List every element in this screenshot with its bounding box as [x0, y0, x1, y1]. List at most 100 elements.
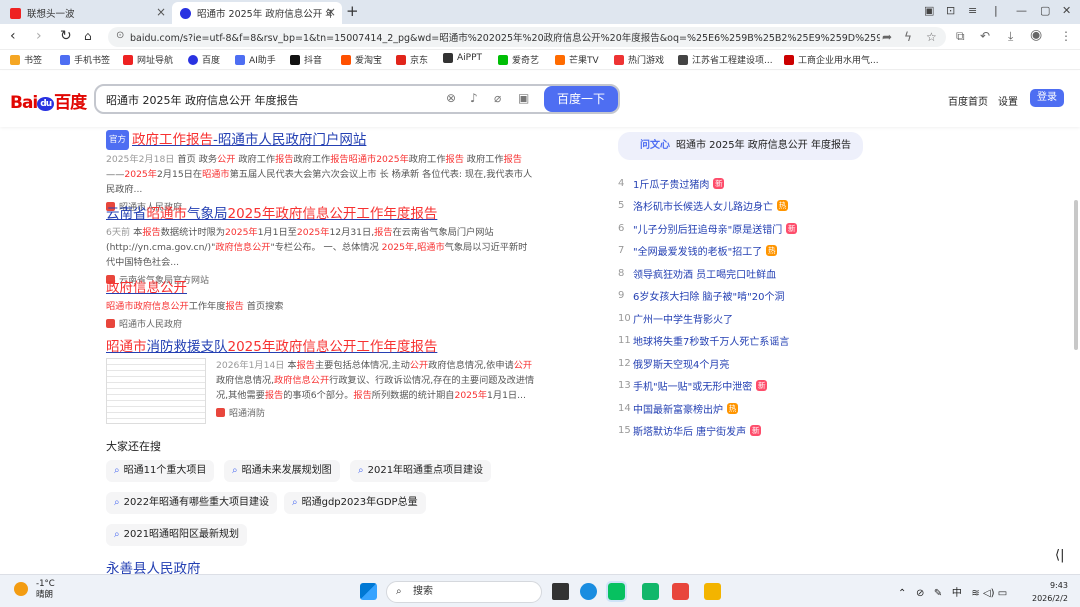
result-thumbnail[interactable] [106, 358, 206, 424]
settings-link[interactable]: 设置 [998, 93, 1018, 108]
window-close-icon[interactable]: ✕ [1062, 4, 1071, 17]
bookmark-item[interactable]: 热门游戏 [614, 53, 664, 66]
hot-search-item[interactable]: 13 手机"贴一贴"或无形中泄密新 [618, 378, 768, 393]
task-view-icon[interactable] [552, 583, 569, 600]
home-icon[interactable]: ⌂ [84, 29, 92, 43]
bookmark-item[interactable]: 爱奇艺 [498, 53, 539, 66]
game-icon [614, 54, 624, 65]
tab-active[interactable]: 昭通市 2025年 政府信息公开 年度 × [172, 2, 342, 24]
hot-search-item[interactable]: 11 地球将失重7秒致千万人死亡系谣言 [618, 333, 789, 348]
extensions-icon[interactable]: ⧉ [956, 29, 965, 44]
back-icon[interactable]: ‹ [10, 28, 16, 44]
hot-search-item[interactable]: 4 1斤瓜子贵过猪肉新 [618, 176, 725, 191]
bookmark-item[interactable]: 江苏省工程建设项... [678, 53, 773, 66]
sidebar-toggle-icon[interactable]: ▣ [924, 4, 934, 17]
related-search-item[interactable]: ⌕ 2021昭通昭阳区最新规划 [106, 524, 248, 546]
official-badge: 官方 [106, 130, 130, 150]
hot-search-item[interactable]: 12 俄罗斯天空现4个月亮 [618, 356, 729, 371]
taskbar-search[interactable]: ⌕ 搜索 [386, 581, 542, 603]
bookmark-item[interactable]: AiPPT [443, 53, 482, 63]
volume-icon[interactable]: ◁) [983, 588, 995, 599]
ai-ask-box[interactable]: 问文心 昭通市 2025年 政府信息公开 年度报告 [618, 132, 863, 160]
flash-icon[interactable]: ϟ [904, 30, 912, 44]
url-box[interactable]: ⊙ baidu.com/s?ie=utf-8&f=8&rsv_bp=1&tn=1… [108, 27, 946, 47]
profile-icon[interactable]: ◉ [1030, 27, 1042, 43]
menu-icon[interactable]: ≡ [968, 4, 977, 17]
download-icon[interactable]: ⤓ [1008, 29, 1013, 44]
browser-app-icon[interactable] [580, 583, 597, 600]
file-explorer-icon[interactable] [704, 583, 721, 600]
wps-icon[interactable] [672, 583, 689, 600]
related-search-item[interactable]: ⌕ 昭通11个重大项目 [106, 460, 215, 482]
result-title[interactable]: 云南省昭通市气象局2025年政府信息公开工作年度报告 [106, 205, 536, 223]
battery-icon[interactable]: ▭ [998, 588, 1007, 599]
bookmark-item[interactable]: 百度 [188, 53, 220, 66]
maximize-icon[interactable]: ▢ [1040, 4, 1050, 17]
bookmark-item[interactable]: 芒果TV [555, 53, 599, 66]
close-icon[interactable]: × [326, 5, 336, 19]
lock-icon[interactable]: ⊡ [946, 4, 955, 17]
bookmark-item[interactable]: 抖音 [290, 53, 322, 66]
search-button[interactable]: 百度一下 [544, 86, 618, 112]
bookmark-item[interactable]: AI助手 [235, 53, 276, 66]
forward-icon[interactable]: › [36, 28, 42, 44]
refresh-icon[interactable]: ↻ [60, 28, 72, 44]
close-icon[interactable]: × [156, 5, 166, 19]
result-source[interactable]: 昭通消防 [216, 406, 536, 419]
scrollbar[interactable] [1074, 200, 1078, 350]
star-icon[interactable]: ☆ [926, 30, 937, 44]
hot-search-item[interactable]: 14 中国最新富豪榜出炉热 [618, 401, 738, 416]
url-text[interactable]: baidu.com/s?ie=utf-8&f=8&rsv_bp=1&tn=150… [130, 30, 880, 44]
result-source[interactable]: 昭通市人民政府 [106, 317, 536, 330]
site-info-icon[interactable]: ⊙ [116, 30, 124, 41]
tab-inactive[interactable]: 联想头一波 × [2, 2, 172, 24]
attachment-icon[interactable]: ⌀ [494, 91, 501, 105]
share-icon[interactable]: ➦ [882, 30, 892, 44]
hot-search-item[interactable]: 8 领导疯狂劝酒 员工喝完口吐鲜血 [618, 266, 776, 281]
pen-icon[interactable]: ✎ [934, 588, 942, 599]
result-title[interactable]: 官方 政府工作报告-昭通市人民政府门户网站 [106, 130, 536, 150]
messages-icon[interactable] [642, 583, 659, 600]
related-search-item[interactable]: ⌕ 昭通gdp2023年GDP总量 [284, 492, 426, 514]
microphone-icon[interactable]: ♪ [470, 91, 478, 105]
baidu-home-link[interactable]: 百度首页 [948, 93, 988, 108]
hot-search-item[interactable]: 9 6岁女孩大扫除 脑子被"啃"20个洞 [618, 288, 784, 303]
result-title[interactable]: 昭通市消防救援支队2025年政府信息公开工作年度报告 [106, 338, 536, 356]
related-search-item[interactable]: ⌕ 昭通未来发展规划图 [224, 460, 340, 482]
baidu-logo[interactable]: Bai du 百度 [10, 88, 87, 113]
search-icon: ⌕ [396, 586, 402, 597]
bookmark-item[interactable]: 网址导航 [123, 53, 173, 66]
new-tab-icon[interactable]: + [346, 2, 359, 20]
clear-icon[interactable]: ⊗ [446, 91, 456, 105]
windows-start-icon[interactable] [360, 583, 377, 600]
hot-search-item[interactable]: 7 "全网最爱发钱的老板"招工了热 [618, 243, 778, 258]
ai-assistant-icon [235, 54, 245, 65]
hot-search-item[interactable]: 10 广州一中学生背影火了 [618, 311, 733, 326]
input-language[interactable]: 中 [952, 588, 962, 599]
result-title[interactable]: 政府信息公开 [106, 279, 536, 297]
hot-tag: 热 [727, 403, 738, 414]
wechat-icon[interactable] [606, 581, 627, 602]
clock[interactable]: 9:43 2026/2/2 [1032, 579, 1068, 605]
bookmark-item[interactable]: 爱淘宝 [341, 53, 382, 66]
notification-off-icon[interactable]: ⊘ [916, 588, 924, 599]
bookmark-item[interactable]: 手机书签 [60, 53, 110, 66]
bookmark-item[interactable]: 书签 [10, 53, 42, 66]
collapse-sidebar-icon[interactable]: ⟨| [1055, 548, 1064, 563]
search-input[interactable]: 昭通市 2025年 政府信息公开 年度报告 [106, 92, 298, 108]
chevron-up-icon[interactable]: ⌃ [898, 588, 906, 599]
related-search-item[interactable]: ⌕ 2022年昭通有哪些重大项目建设 [106, 492, 278, 514]
login-button[interactable]: 登录 [1030, 89, 1064, 107]
more-icon[interactable]: ⋮ [1060, 29, 1072, 43]
camera-icon[interactable]: ▣ [518, 91, 529, 105]
hot-search-item[interactable]: 6 "儿子分别后狂追母亲"原是送错门新 [618, 221, 798, 236]
wifi-icon[interactable]: ≋ [971, 588, 979, 599]
related-search-item[interactable]: ⌕ 2021年昭通重点项目建设 [350, 460, 492, 482]
hot-search-item[interactable]: 5 洛杉矶市长候选人女儿路边身亡热 [618, 198, 788, 213]
bookmark-item[interactable]: 京东 [396, 53, 428, 66]
undo-icon[interactable]: ↶ [980, 29, 990, 43]
bookmark-item[interactable]: 工商企业用水用气... [784, 53, 879, 66]
minimize-icon[interactable]: — [1016, 4, 1027, 17]
search-box[interactable]: 昭通市 2025年 政府信息公开 年度报告 ⊗ ♪ ⌀ ▣ 百度一下 [94, 84, 620, 114]
hot-search-item[interactable]: 15 斯塔默访华后 唐宁街发声新 [618, 423, 762, 438]
